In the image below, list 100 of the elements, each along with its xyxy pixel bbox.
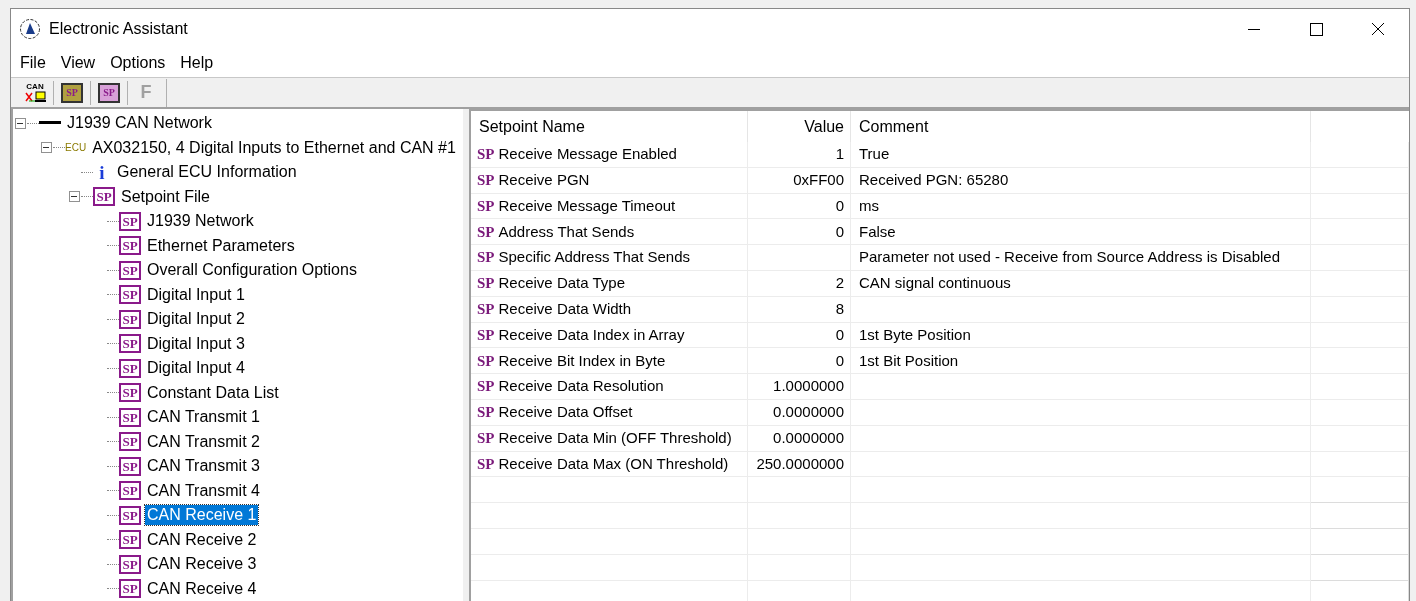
table-cell: ms <box>851 193 1311 220</box>
setpoint-icon: SP <box>477 452 495 476</box>
setpoint-icon: SP <box>119 236 141 256</box>
table-cell-text: Receive Message Timeout <box>498 195 676 216</box>
table-cell: 1.0000000 <box>748 374 851 400</box>
tree-item[interactable]: J1939 CAN Network <box>65 113 214 134</box>
setpoint-icon: SP <box>477 143 495 166</box>
collapse-icon[interactable] <box>68 191 80 203</box>
table-cell: False <box>851 219 1311 246</box>
setpoint-icon: SP <box>119 211 141 231</box>
table-cell: Parameter not used - Receive from Source Address is Disabled <box>851 245 1311 271</box>
table-cell: CAN signal continuous <box>851 271 1311 297</box>
tree-item[interactable]: CAN Receive 3 <box>145 554 259 575</box>
table-cell: 0.0000000 <box>748 399 851 426</box>
window-title: Electronic Assistant <box>49 19 188 39</box>
setpoint-icon: SP <box>119 505 141 525</box>
tree-item[interactable]: Digital Input 1 <box>145 284 247 305</box>
table-cell-text: Receive Bit Index in Byte <box>498 350 666 371</box>
table-cell-text: Receive Data Width <box>498 298 632 319</box>
setpoint-icon: SP <box>477 375 495 398</box>
setpoint-icon: SP <box>93 187 115 207</box>
tree-item[interactable]: Digital Input 3 <box>145 333 247 354</box>
table-cell: 2 <box>748 271 851 297</box>
tree-item[interactable]: CAN Receive 2 <box>145 529 259 550</box>
table-cell: 1st Byte Position <box>851 322 1311 349</box>
table-cell: Received PGN: 65280 <box>851 167 1311 194</box>
setpoint-icon: SP <box>477 168 495 192</box>
app-logo-icon <box>19 18 41 40</box>
setpoint-icon: SP <box>477 246 495 269</box>
table-cell-text: Receive Data Index in Array <box>498 324 685 345</box>
setpoint-icon: SP <box>477 323 495 347</box>
tree-item[interactable]: CAN Receive 1 <box>145 505 259 526</box>
tree-item[interactable]: Constant Data List <box>145 382 281 403</box>
tree-item[interactable]: CAN Receive 4 <box>145 578 259 599</box>
setpoint-icon: SP <box>119 285 141 305</box>
setpoint-icon: SP <box>119 334 141 354</box>
setpoint-icon: SP <box>119 432 141 452</box>
network-line-icon <box>39 121 61 126</box>
table-cell-text: Receive Message Enabled <box>498 144 677 165</box>
setpoint-icon: SP <box>477 220 495 244</box>
menu-item[interactable]: File <box>20 51 46 75</box>
table-cell: 0xFF00 <box>748 167 851 194</box>
tree-item[interactable]: AX032150, 4 Digital Inputs to Ethernet and CAN #1 <box>90 137 458 158</box>
setpoint-icon: SP <box>119 554 141 574</box>
table-cell-text: Receive Data Offset <box>498 402 633 423</box>
table-cell: 0 <box>748 193 851 220</box>
table-cell-text: Receive Data Min (OFF Threshold) <box>498 427 732 448</box>
tree-item[interactable]: General ECU Information <box>115 162 299 183</box>
can-network-button[interactable]: CAN <box>21 79 49 106</box>
table-cell: 1 <box>748 142 851 168</box>
table-cell-text: Receive Data Max (ON Threshold) <box>498 453 729 474</box>
table-cell: 1st Bit Position <box>851 348 1311 375</box>
setpoint-icon: SP <box>477 194 495 218</box>
column-header[interactable]: Comment <box>851 111 1311 142</box>
menu-item[interactable]: Options <box>110 51 166 75</box>
ecu-icon: ECU <box>65 142 87 153</box>
tree-item[interactable]: J1939 Network <box>145 211 256 232</box>
setpoint-icon: SP <box>119 481 141 501</box>
table-cell: 250.0000000 <box>748 451 851 478</box>
setpoint-icon: SP <box>477 272 495 295</box>
info-icon: i <box>93 162 111 182</box>
table-cell-text: Specific Address That Sends <box>498 247 690 268</box>
setpoint-icon: SP <box>119 358 141 378</box>
setpoint-icon: SP <box>119 530 141 550</box>
table-cell: 0.0000000 <box>748 425 851 452</box>
table-cell: 8 <box>748 296 851 323</box>
tree-item[interactable]: CAN Transmit 4 <box>145 480 262 501</box>
tree-item[interactable]: Ethernet Parameters <box>145 235 297 256</box>
menu-item[interactable]: View <box>60 51 96 75</box>
setpoint-icon: SP <box>477 401 495 424</box>
column-header[interactable]: Setpoint Name <box>471 111 748 142</box>
setpoint-icon: SP <box>119 579 141 599</box>
tree-item[interactable]: CAN Transmit 2 <box>145 431 262 452</box>
collapse-icon[interactable] <box>14 117 26 129</box>
setpoint-icon: SP <box>119 383 141 403</box>
table-cell-text: Receive Data Type <box>498 273 625 294</box>
setpoint-icon: SP <box>119 407 141 427</box>
network-computer-icon <box>24 90 46 103</box>
menu-item[interactable]: Help <box>180 51 214 75</box>
table-cell-text: Receive Data Resolution <box>498 376 664 397</box>
table-cell: True <box>851 142 1311 168</box>
collapse-icon[interactable] <box>40 142 52 154</box>
tree-item[interactable]: Setpoint File <box>119 186 212 207</box>
setpoint-icon: SP <box>119 456 141 476</box>
table-cell-text: Receive PGN <box>498 169 590 190</box>
setpoint-icon: SP <box>119 260 141 280</box>
table-cell: 0 <box>748 219 851 246</box>
table-cell: 0 <box>748 322 851 349</box>
tree-item[interactable]: Digital Input 2 <box>145 309 247 330</box>
tree-item[interactable]: CAN Transmit 3 <box>145 456 262 477</box>
column-header[interactable]: Value <box>748 111 851 142</box>
tree-item[interactable]: CAN Transmit 1 <box>145 407 262 428</box>
table-cell: 0 <box>748 348 851 375</box>
setpoint-icon: SP <box>477 426 495 450</box>
setpoint-icon: SP <box>119 309 141 329</box>
tree-item[interactable]: Digital Input 4 <box>145 358 247 379</box>
close-icon <box>1371 22 1385 36</box>
tree-item[interactable]: Overall Configuration Options <box>145 260 359 281</box>
setpoint-icon: SP <box>477 297 495 321</box>
table-cell-text: Address That Sends <box>498 221 635 242</box>
